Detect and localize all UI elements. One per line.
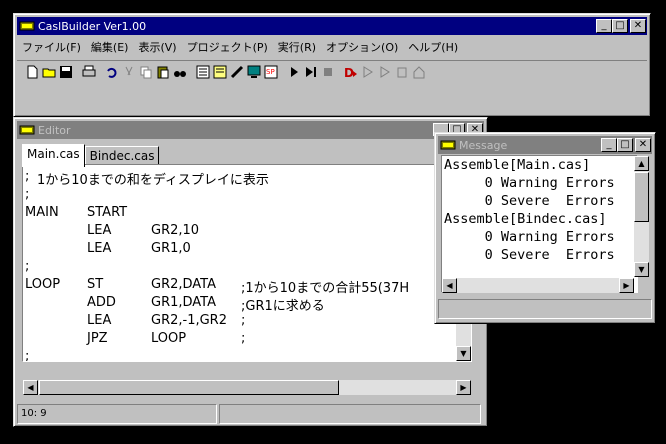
toolbar: SP D	[17, 60, 647, 101]
message-window: Message _ □ ✕ Assemble[Main.cas] 0 Warni…	[434, 132, 656, 324]
message-titlebar[interactable]: Message _ □ ✕	[438, 136, 652, 154]
editor-hscroll[interactable]: ◀ ▶	[23, 380, 471, 395]
hscroll-thumb[interactable]	[39, 380, 339, 395]
message-maximize-button[interactable]: □	[617, 138, 633, 152]
code-label: LOOP	[25, 277, 61, 292]
main-titlebar[interactable]: CaslBuilder Ver1.00 _ □ ✕	[17, 17, 647, 35]
stop-icon[interactable]	[319, 63, 336, 80]
menu-edit[interactable]: 編集(E)	[86, 39, 134, 55]
build-icon[interactable]	[211, 63, 228, 80]
message-hscroll[interactable]: ◀ ▶	[442, 278, 634, 293]
close-button[interactable]: ✕	[630, 19, 646, 33]
run-icon[interactable]	[285, 63, 302, 80]
msg-scroll-up-icon[interactable]: ▲	[634, 156, 649, 171]
home-icon[interactable]	[410, 63, 427, 80]
code-label: MAIN	[25, 205, 59, 220]
message-status-bar	[438, 299, 652, 319]
run-to-icon[interactable]	[302, 63, 319, 80]
menu-view[interactable]: 表示(V)	[133, 39, 181, 55]
msg-scroll-right-icon[interactable]: ▶	[619, 278, 634, 293]
code-op: ADD	[87, 295, 116, 310]
message-line: Assemble[Main.cas]	[444, 157, 591, 173]
message-close-button[interactable]: ✕	[635, 138, 651, 152]
msg-scroll-thumb[interactable]	[634, 172, 649, 222]
menu-file[interactable]: ファイル(F)	[17, 39, 86, 55]
message-line: 0 Warning Errors	[444, 229, 615, 245]
status-panel-2	[219, 404, 481, 424]
code-op: ST	[87, 277, 104, 292]
menu-project[interactable]: プロジェクト(P)	[182, 39, 273, 55]
main-window: CaslBuilder Ver1.00 _ □ ✕ ファイル(F) 編集(E) …	[13, 13, 651, 117]
code-label: ;	[25, 349, 30, 362]
code-arg: GR2,10	[151, 223, 200, 238]
step-icon[interactable]	[228, 63, 245, 80]
code-arg: LOOP	[151, 331, 187, 346]
paste-icon[interactable]	[154, 63, 171, 80]
step-into-icon[interactable]	[359, 63, 376, 80]
code-label: ;	[25, 169, 30, 184]
message-line: 0 Severe Errors	[444, 247, 615, 263]
code-arg: GR1,DATA	[151, 295, 216, 310]
assemble-icon[interactable]	[194, 63, 211, 80]
code-op: LEA	[87, 223, 112, 238]
editor-titlebar[interactable]: Editor _ □ ✕	[17, 121, 484, 139]
step-over-icon[interactable]	[376, 63, 393, 80]
menu-run[interactable]: 実行(R)	[273, 39, 321, 55]
message-output[interactable]: Assemble[Main.cas] 0 Warning Errors 0 Se…	[441, 155, 638, 293]
svg-text:D: D	[344, 66, 354, 79]
code-arg: GR2,DATA	[151, 277, 216, 292]
code-op: LEA	[87, 313, 112, 328]
new-file-icon[interactable]	[23, 63, 40, 80]
code-comment: ;GR1に求める	[241, 299, 325, 314]
cut-icon[interactable]	[120, 63, 137, 80]
app-title: CaslBuilder Ver1.00	[38, 19, 147, 33]
menu-help[interactable]: ヘルプ(H)	[403, 39, 463, 55]
message-minimize-button[interactable]: _	[601, 138, 617, 152]
editor-window: Editor _ □ ✕ Main.cas Bindec.cas ; 1から10ま…	[13, 117, 488, 427]
minimize-button[interactable]: _	[596, 19, 612, 33]
cursor-position: 10: 9	[17, 404, 217, 424]
code-comment: ;	[241, 313, 246, 328]
msg-scroll-down-icon[interactable]: ▼	[634, 262, 649, 277]
find-icon[interactable]	[171, 63, 188, 80]
scroll-left-icon[interactable]: ◀	[23, 380, 38, 395]
message-line: Assemble[Bindec.cas]	[444, 211, 607, 227]
code-op: JPZ	[87, 331, 108, 346]
undo-icon[interactable]	[103, 63, 120, 80]
save-icon[interactable]	[57, 63, 74, 80]
code-comment: ;1から10までの合計55(37H	[241, 281, 410, 296]
message-line: 0 Warning Errors	[444, 175, 615, 191]
app-icon	[19, 21, 35, 31]
code-editor[interactable]: ; 1から10までの和をディスプレイに表示; MAIN START LEA GR2,10 L…	[22, 164, 472, 362]
scroll-down-icon[interactable]: ▼	[456, 346, 471, 361]
svg-text:SP: SP	[266, 68, 275, 76]
sp-icon[interactable]: SP	[262, 63, 279, 80]
code-op: LEA	[87, 241, 112, 256]
code-comment: ;	[241, 331, 246, 346]
scroll-right-icon[interactable]: ▶	[456, 380, 471, 395]
maximize-button[interactable]: □	[612, 19, 628, 33]
code-label: ;	[25, 187, 30, 202]
menubar: ファイル(F) 編集(E) 表示(V) プロジェクト(P) 実行(R) オプショ…	[17, 37, 647, 57]
code-arg: GR2,-1,GR2	[151, 313, 227, 328]
menu-options[interactable]: オプション(O)	[321, 39, 403, 55]
code-arg: GR1,0	[151, 241, 191, 256]
open-folder-icon[interactable]	[40, 63, 57, 80]
step-out-icon[interactable]	[393, 63, 410, 80]
message-line: 0 Severe Errors	[444, 193, 615, 209]
debug-icon[interactable]: D	[342, 63, 359, 80]
message-icon	[440, 140, 456, 150]
code-op: START	[87, 205, 128, 220]
msg-scroll-left-icon[interactable]: ◀	[442, 278, 457, 293]
editor-title: Editor	[38, 123, 71, 137]
code-comment: 1から10までの和をディスプレイに表示	[37, 173, 269, 188]
print-icon[interactable]	[80, 63, 97, 80]
tab-main-cas[interactable]: Main.cas	[22, 144, 85, 167]
message-title: Message	[459, 138, 508, 152]
editor-icon	[19, 125, 35, 135]
code-label: ;	[25, 259, 30, 274]
copy-icon[interactable]	[137, 63, 154, 80]
monitor-icon[interactable]	[245, 63, 262, 80]
message-vscroll[interactable]: ▲ ▼	[634, 156, 649, 277]
